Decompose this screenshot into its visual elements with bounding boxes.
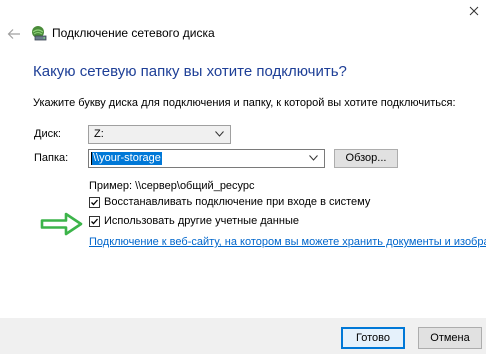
reconnect-label: Восстанавливать подключение при входе в … [104, 196, 371, 208]
folder-input[interactable]: \\your-storage [88, 149, 325, 168]
folder-input-value: \\your-storage [92, 152, 162, 165]
drive-select[interactable]: Z: [88, 125, 231, 144]
title-bar: Подключение сетевого диска [0, 22, 486, 46]
credentials-checkbox[interactable] [89, 215, 100, 227]
example-text: Пример: \\сервер\общий_ресурс [89, 180, 255, 192]
cancel-button[interactable]: Отмена [418, 327, 482, 349]
window-title: Подключение сетевого диска [52, 26, 215, 40]
browse-button[interactable]: Обзор... [334, 149, 398, 168]
network-drive-icon [32, 26, 47, 41]
close-icon [469, 6, 479, 16]
back-arrow-icon[interactable] [7, 27, 21, 41]
map-network-drive-window: Подключение сетевого диска Какую сетевую… [0, 0, 486, 354]
green-arrow-icon [40, 212, 83, 236]
drive-label: Диск: [34, 128, 61, 140]
reconnect-checkbox-row[interactable]: Восстанавливать подключение при входе в … [89, 195, 370, 209]
close-button[interactable] [462, 0, 486, 22]
checkmark-icon [91, 199, 98, 205]
chevron-down-icon [215, 131, 224, 137]
footer-bar: Готово Отмена [0, 318, 486, 354]
credentials-checkbox-row[interactable]: Использовать другие учетные данные [89, 214, 299, 228]
credentials-label: Использовать другие учетные данные [104, 215, 299, 227]
chevron-down-icon[interactable] [309, 155, 318, 161]
folder-label: Папка: [34, 152, 69, 164]
website-connect-link[interactable]: Подключение к веб-сайту, на котором вы м… [89, 236, 486, 248]
finish-button[interactable]: Готово [341, 327, 405, 349]
page-heading: Какую сетевую папку вы хотите подключить… [33, 63, 347, 80]
instruction-text: Укажите букву диска для подключения и па… [33, 97, 456, 109]
checkmark-icon [91, 218, 98, 224]
reconnect-checkbox[interactable] [89, 196, 100, 208]
drive-select-value: Z: [94, 128, 104, 140]
